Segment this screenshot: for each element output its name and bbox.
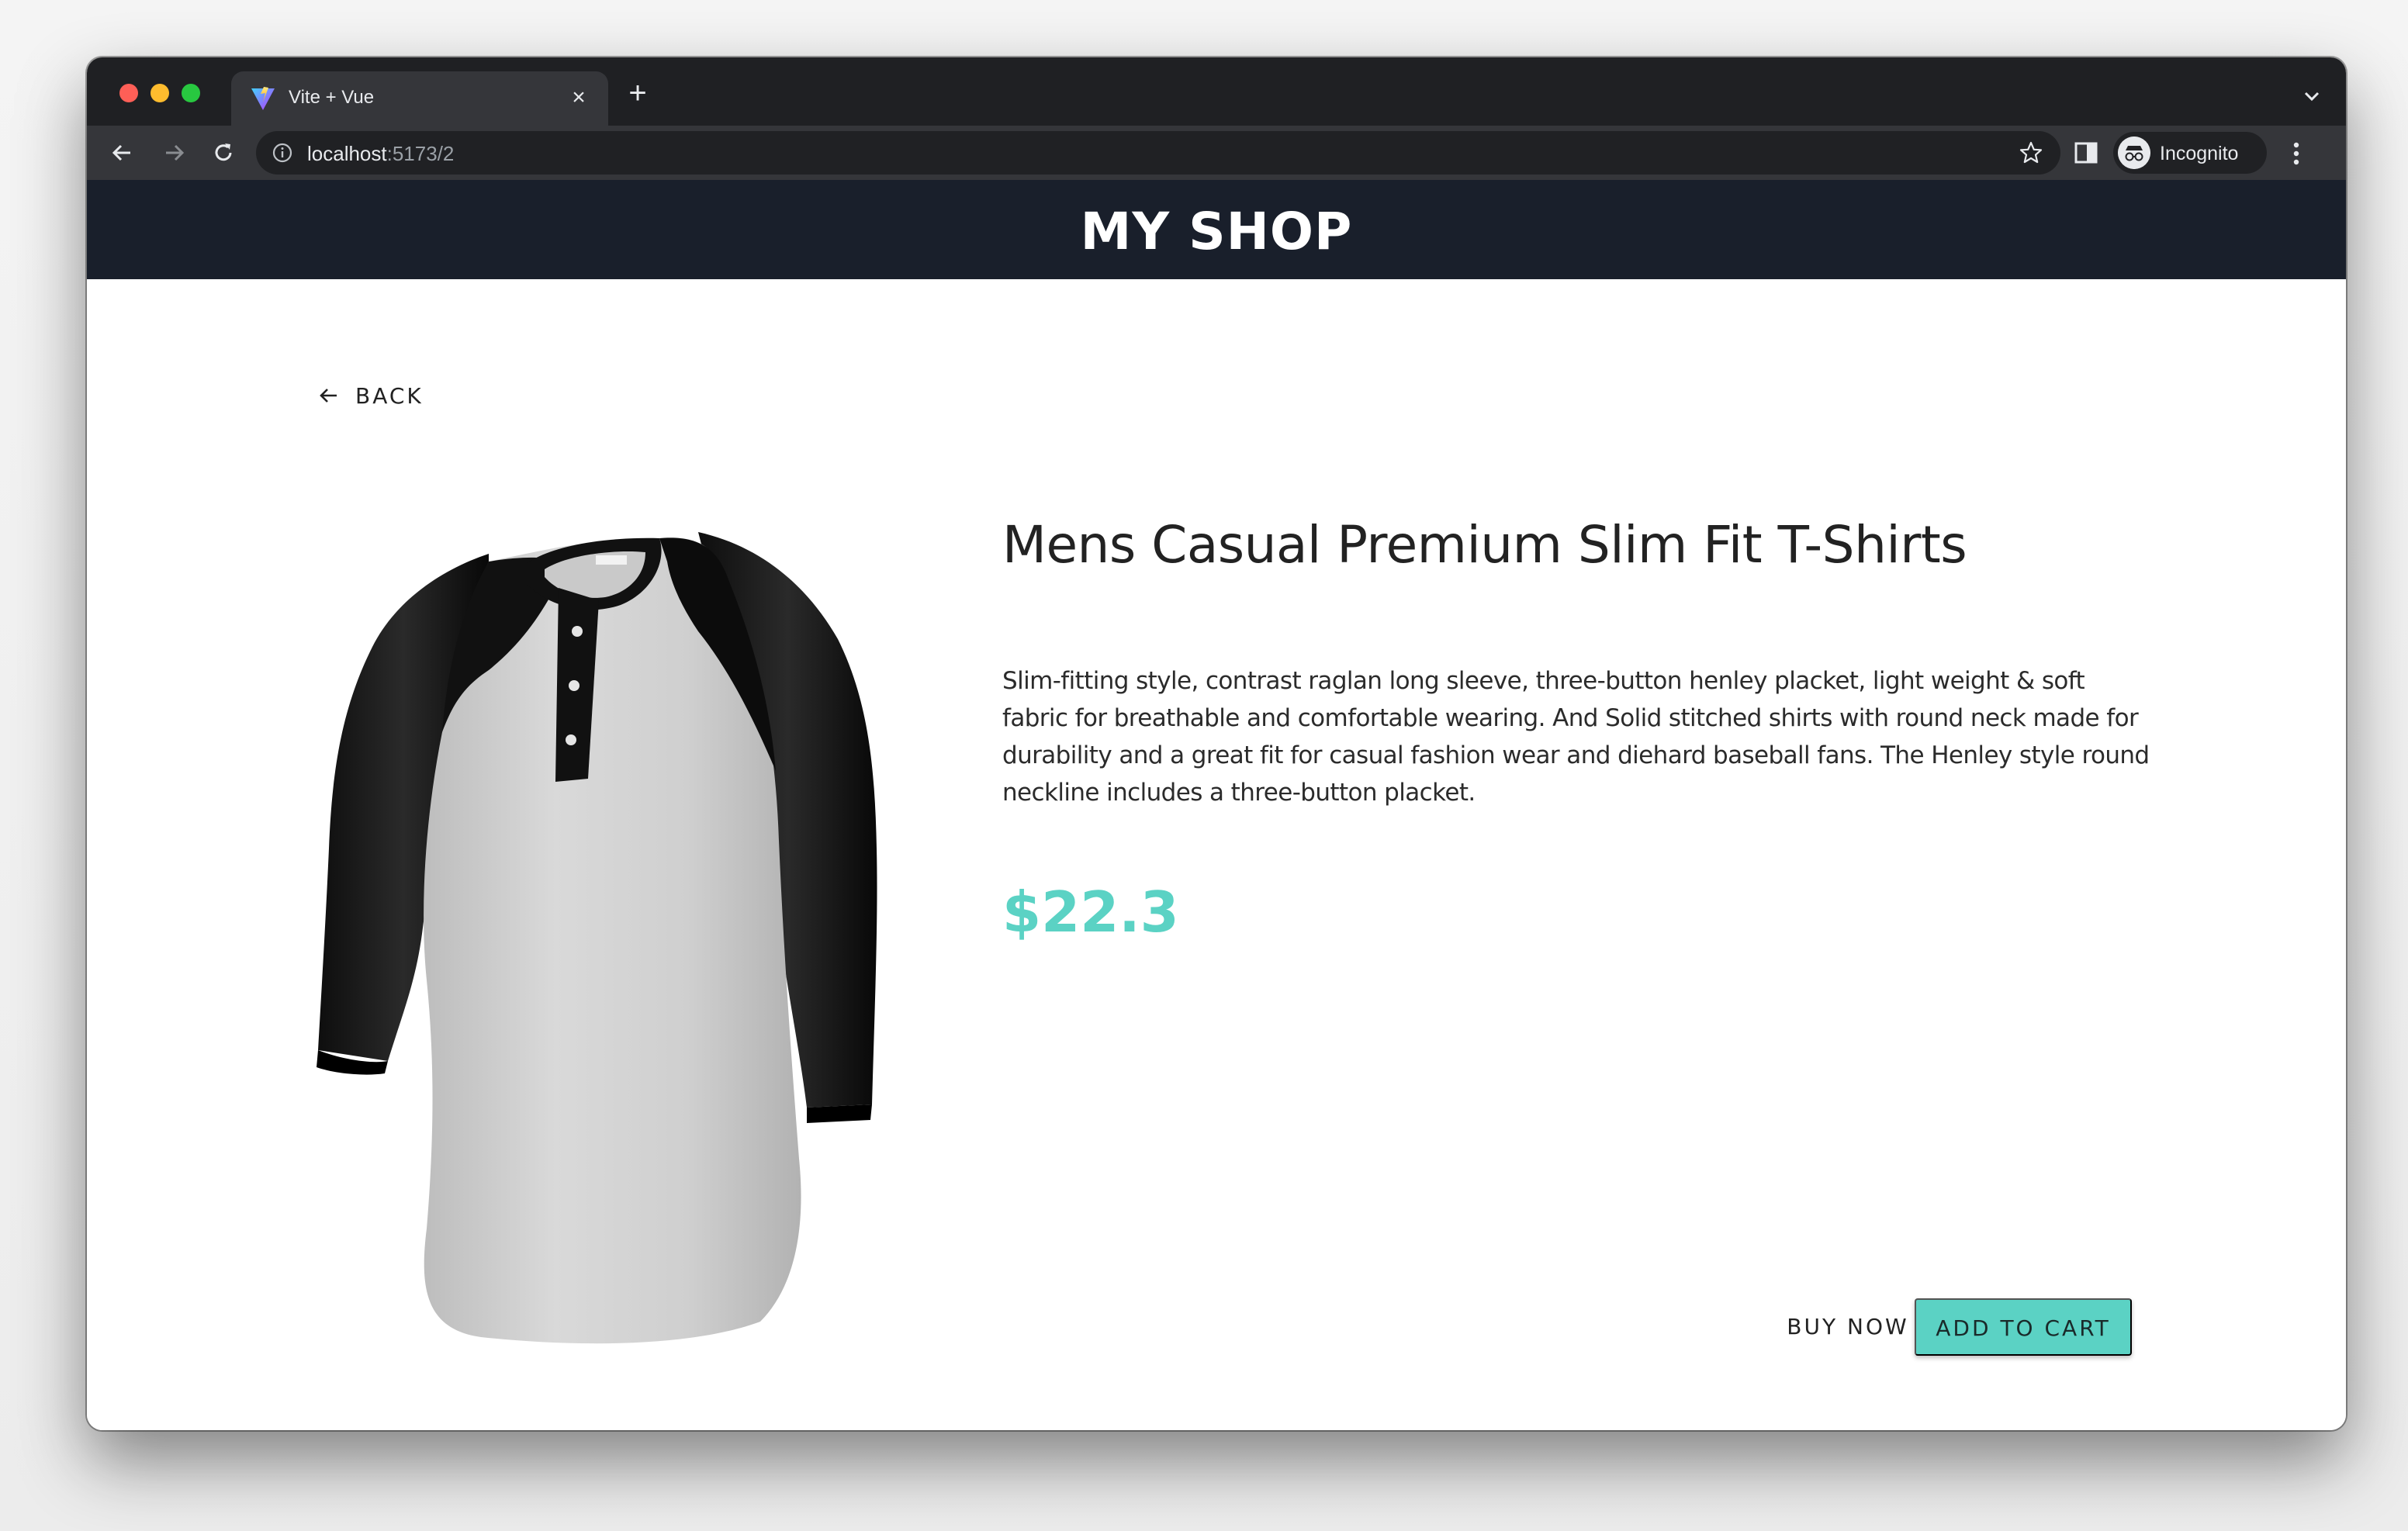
browser-window: Vite + Vue × + localhost:5173/2 Incognit… xyxy=(87,57,2346,1430)
add-to-cart-button[interactable]: ADD TO CART xyxy=(1915,1298,2132,1356)
bookmark-star-icon[interactable] xyxy=(2019,140,2043,165)
product-title: Mens Casual Premium Slim Fit T-Shirts xyxy=(1002,515,1967,575)
browser-toolbar: localhost:5173/2 Incognito xyxy=(87,126,2346,180)
browser-tab[interactable]: Vite + Vue × xyxy=(231,71,608,126)
page-content: MY SHOP BACK Mens Casual Premium Slim Fi… xyxy=(87,180,2346,1430)
desktop-background: Vite + Vue × + localhost:5173/2 Incognit… xyxy=(0,0,2408,1531)
incognito-profile-button[interactable]: Incognito xyxy=(2113,132,2267,174)
close-window-button[interactable] xyxy=(119,84,138,102)
incognito-icon xyxy=(2118,137,2150,169)
tab-strip: Vite + Vue × + xyxy=(87,57,2346,126)
product-price: $22.3 xyxy=(1002,880,1179,945)
address-bar[interactable]: localhost:5173/2 xyxy=(256,131,2060,175)
product-description: Slim-fitting style, contrast raglan long… xyxy=(1002,667,2150,807)
more-menu-icon[interactable] xyxy=(2282,138,2310,169)
tab-close-icon[interactable]: × xyxy=(565,84,593,112)
app-header: MY SHOP xyxy=(87,180,2346,279)
reload-icon[interactable] xyxy=(208,137,239,168)
url-path: :5173/2 xyxy=(386,142,455,165)
minimize-window-button[interactable] xyxy=(150,84,169,102)
back-arrow-icon[interactable] xyxy=(107,137,138,168)
arrow-left-icon xyxy=(320,389,337,403)
vite-logo-icon xyxy=(251,87,275,110)
chevron-down-icon[interactable] xyxy=(2299,84,2324,109)
buy-now-button[interactable]: BUY NOW xyxy=(1763,1298,1933,1356)
info-icon[interactable] xyxy=(272,142,293,164)
url-text[interactable]: localhost:5173/2 xyxy=(307,142,454,166)
url-host: localhost xyxy=(307,142,387,165)
product-image xyxy=(317,532,877,1344)
maximize-window-button[interactable] xyxy=(182,84,200,102)
shop-title: MY SHOP xyxy=(1080,202,1353,261)
back-button[interactable]: BACK xyxy=(317,378,424,413)
new-tab-button[interactable]: + xyxy=(622,78,653,110)
forward-arrow-icon[interactable] xyxy=(158,137,189,168)
back-label: BACK xyxy=(355,382,424,409)
profile-label: Incognito xyxy=(2160,143,2239,164)
tab-title: Vite + Vue xyxy=(289,87,375,108)
side-panel-icon[interactable] xyxy=(2073,140,2099,166)
